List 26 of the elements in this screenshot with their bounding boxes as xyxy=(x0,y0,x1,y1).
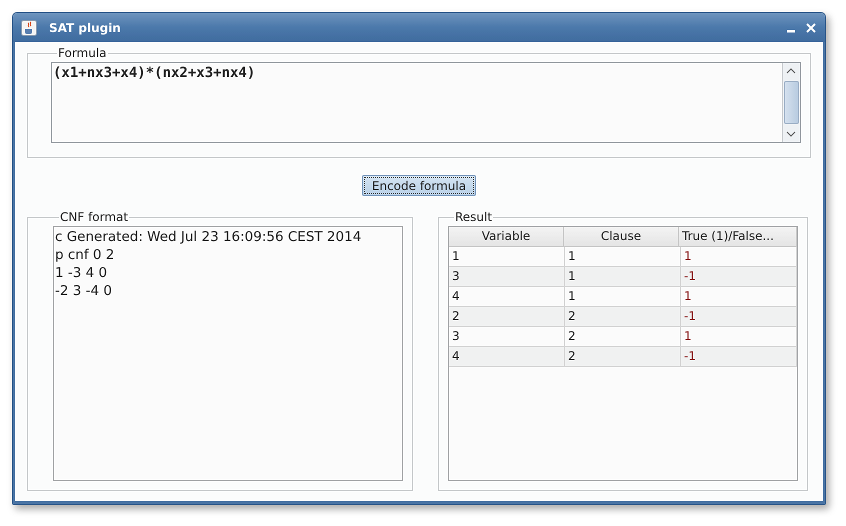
cnf-line: 1 -3 4 0 xyxy=(55,264,108,282)
table-cell: 2 xyxy=(565,307,681,327)
table-cell: -1 xyxy=(681,347,797,367)
column-header[interactable]: True (1)/False... xyxy=(679,227,797,247)
close-icon[interactable] xyxy=(805,22,817,34)
cnf-line: p cnf 0 2 xyxy=(55,246,116,264)
table-cell: 2 xyxy=(449,307,565,327)
table-cell: -1 xyxy=(681,307,797,327)
group-label: Result xyxy=(454,210,494,224)
table-cell: -1 xyxy=(681,267,797,287)
table-cell: 4 xyxy=(449,347,565,367)
scrollbar[interactable] xyxy=(782,63,800,142)
group-label: Formula xyxy=(57,46,108,60)
cnf-line: -2 3 -4 0 xyxy=(55,282,113,300)
cnf-line: c Generated: Wed Jul 23 16:09:56 CEST 2014 xyxy=(55,228,362,246)
table-cell: 2 xyxy=(565,347,681,367)
table-cell: 3 xyxy=(449,267,565,287)
group-label: CNF format xyxy=(59,210,130,224)
cup-icon xyxy=(21,20,37,36)
table-cell: 1 xyxy=(565,267,681,287)
cnf-text-area[interactable]: c Generated: Wed Jul 23 16:09:56 CEST 2014 p cnf 0 2 1 -3 4 0 -2 3 -4 0 xyxy=(53,226,403,481)
column-header[interactable]: Variable xyxy=(449,227,564,247)
encode-button[interactable]: Encode formula xyxy=(362,175,476,196)
window-title: SAT plugin xyxy=(49,20,121,34)
column-header[interactable]: Clause xyxy=(564,227,679,247)
formula-field[interactable]: (x1+nx3+x4)*(nx2+x3+nx4) xyxy=(51,62,801,143)
